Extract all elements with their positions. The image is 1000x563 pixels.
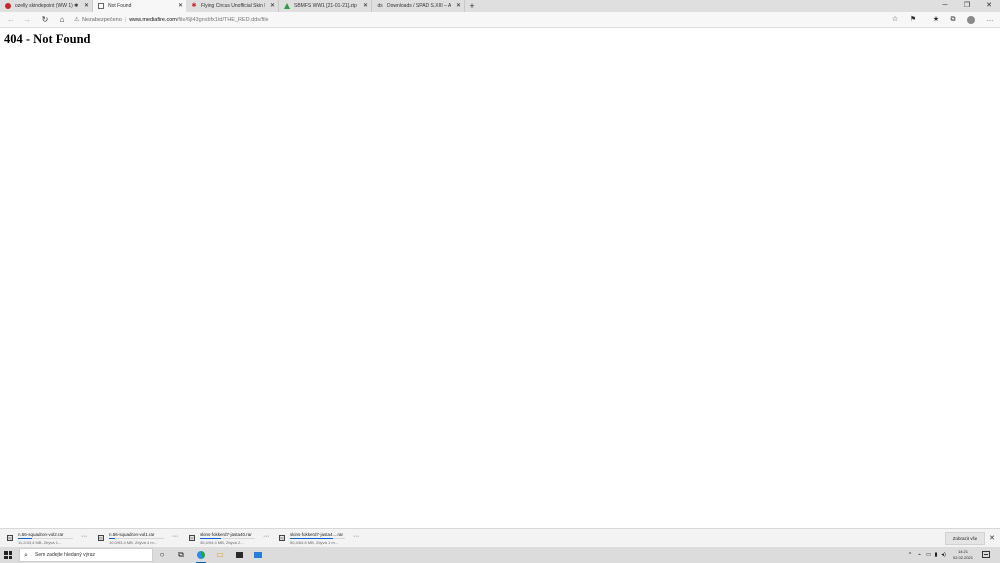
cortana-icon[interactable]: ○ <box>153 547 171 563</box>
volume-tray-icon[interactable]: ◂) <box>939 547 948 563</box>
minimize-button[interactable]: ─ <box>934 0 956 12</box>
tab-close-icon[interactable]: ✕ <box>178 0 183 12</box>
edge-browser-icon[interactable] <box>192 547 210 563</box>
notification-center-icon[interactable] <box>982 551 990 558</box>
task-view-icon[interactable]: ⧉ <box>172 547 190 563</box>
tab-sbmfs-drive[interactable]: SBMFS WW1 [21-01-21].zip – Dr ✕ <box>279 0 372 12</box>
download-filename: n.56-squadron-vol2.rar <box>18 532 64 537</box>
tab-title: Downloads / SPAD S.XIII – Asia a <box>387 3 451 9</box>
download-progress-track <box>200 538 255 539</box>
url-path: /file/6jl43gnxbfx1td/THE_RED.dds/file <box>176 17 269 23</box>
download-more-icon[interactable]: ⋯ <box>81 533 87 540</box>
tab-close-icon[interactable]: ✕ <box>456 0 461 12</box>
show-all-downloads-button[interactable]: Zobrazit vše <box>945 532 985 545</box>
mail-icon[interactable] <box>249 547 267 563</box>
page-heading: 404 - Not Found <box>4 32 91 46</box>
ds-favicon-icon: ds <box>377 3 383 9</box>
archive-file-icon: ▤ <box>279 535 285 541</box>
network-tray-icon[interactable]: ⌁ <box>915 547 924 563</box>
download-filename: skins-fokkerd7-jasta4....rar <box>290 532 344 537</box>
tab-close-icon[interactable]: ✕ <box>270 0 275 12</box>
back-button[interactable]: ← <box>4 12 18 28</box>
settings-menu-icon[interactable]: … <box>983 12 997 28</box>
download-progress-track <box>109 538 164 539</box>
page-favicon-icon <box>98 3 104 9</box>
file-explorer-icon[interactable]: ▭ <box>211 547 229 563</box>
download-item[interactable]: ▤ n.56-squadron-vol1.rar 10,0/93,4 MB, Z… <box>94 531 180 546</box>
download-status: 50,4/64,6 MB, Zbývá 1 m... <box>290 540 339 545</box>
refresh-button[interactable]: ↻ <box>38 12 52 28</box>
download-status: 11,2/43,4 MB, Zbývá 1... <box>18 540 62 545</box>
restore-button[interactable]: ❐ <box>956 0 978 12</box>
home-button[interactable]: ⌂ <box>55 12 69 28</box>
taskbar-clock[interactable]: 14:21 02.02.2021 <box>948 549 978 560</box>
archive-file-icon: ▤ <box>189 535 195 541</box>
tab-title: SBMFS WW1 [21-01-21].zip – Dr <box>294 3 358 9</box>
download-progress-fill <box>109 538 116 539</box>
archive-file-icon: ▤ <box>98 535 104 541</box>
download-item[interactable]: ▤ skins-fokkerd7-jasta40.rar 36,4/94,4 M… <box>185 531 271 546</box>
reading-mode-icon[interactable]: ⚑ <box>906 12 920 28</box>
taskbar-search-box[interactable]: ⌕ Sem zadejte hledaný výraz <box>19 548 153 562</box>
add-favorite-icon[interactable]: ☆ <box>888 12 902 28</box>
search-placeholder: Sem zadejte hledaný výraz <box>35 552 96 558</box>
address-bar[interactable]: ⚠ Nezabezpečeno | www.mediafire.com/file/6j… <box>74 14 904 26</box>
microsoft-store-icon[interactable] <box>230 547 248 563</box>
download-item[interactable]: ▤ n.56-squadron-vol2.rar 11,2/43,4 MB, Z… <box>3 531 89 546</box>
close-downloads-bar-icon[interactable]: ✕ <box>986 529 998 548</box>
tray-overflow-chevron-icon[interactable]: ^ <box>906 547 914 563</box>
download-item[interactable]: ▤ skins-fokkerd7-jasta4....rar 50,4/64,6… <box>275 531 361 546</box>
close-window-button[interactable]: ✕ <box>978 0 1000 12</box>
downloads-bar: ▤ n.56-squadron-vol2.rar 11,2/43,4 MB, Z… <box>0 528 1000 547</box>
download-progress-track <box>18 538 73 539</box>
favorites-icon[interactable]: ★ <box>929 12 943 28</box>
tab-title: Flying Circus Unofficial Skin Bun <box>201 3 265 9</box>
url-host: www.mediafire.com <box>129 17 177 23</box>
red-star-favicon-icon: ✱ <box>191 3 197 9</box>
red-dot-favicon-icon <box>5 3 11 9</box>
tab-close-icon[interactable]: ✕ <box>84 0 89 12</box>
download-status: 10,0/93,4 MB, Zbývá 4 m... <box>109 540 158 545</box>
browser-window: ozelly skindepoint (WW 1) ✱ – Fo ✕ Not F… <box>0 0 1000 563</box>
windows-start-button[interactable] <box>4 551 12 559</box>
download-progress-fill <box>200 538 222 539</box>
windows-taskbar: ⌕ Sem zadejte hledaný výraz ○ ⧉ ▭ ^ ⌁ ▭ … <box>0 547 1000 563</box>
tab-flying-circus[interactable]: ✱ Flying Circus Unofficial Skin Bun ✕ <box>186 0 279 12</box>
download-filename: n.56-squadron-vol1.rar <box>109 532 155 537</box>
google-drive-favicon-icon <box>284 3 290 9</box>
security-label: Nezabezpečeno <box>82 17 122 23</box>
browser-toolbar: ← → ↻ ⌂ ⚠ Nezabezpečeno | www.mediafire.com… <box>0 12 1000 28</box>
search-icon: ⌕ <box>24 552 28 559</box>
tab-not-found[interactable]: Not Found ✕ <box>93 0 186 12</box>
address-separator: | <box>124 17 127 23</box>
collections-icon[interactable]: ⧉ <box>946 12 960 28</box>
tab-close-icon[interactable]: ✕ <box>363 0 368 12</box>
tab-title: Not Found <box>108 3 132 9</box>
download-status: 36,4/94,4 MB, Zbývá 2... <box>200 540 244 545</box>
page-content: 404 - Not Found <box>0 29 1000 528</box>
download-progress-fill <box>290 538 333 539</box>
download-more-icon[interactable]: ⋯ <box>172 533 178 540</box>
tab-downloads-spad[interactable]: ds Downloads / SPAD S.XIII – Asia a ✕ <box>372 0 465 12</box>
download-progress-track <box>290 538 345 539</box>
new-tab-button[interactable]: + <box>465 0 479 12</box>
download-filename: skins-fokkerd7-jasta40.rar <box>200 532 252 537</box>
archive-file-icon: ▤ <box>7 535 13 541</box>
forward-button[interactable]: → <box>20 12 34 28</box>
warning-icon: ⚠ <box>74 17 80 23</box>
tab-strip: ozelly skindepoint (WW 1) ✱ – Fo ✕ Not F… <box>0 0 1000 12</box>
download-progress-fill <box>18 538 33 539</box>
download-more-icon[interactable]: ⋯ <box>353 533 359 540</box>
tab-ozelly-skindepoint[interactable]: ozelly skindepoint (WW 1) ✱ – Fo ✕ <box>0 0 93 12</box>
tab-title: ozelly skindepoint (WW 1) ✱ – Fo <box>15 3 79 9</box>
profile-avatar[interactable] <box>967 16 975 24</box>
clock-date: 02.02.2021 <box>952 554 974 560</box>
download-more-icon[interactable]: ⋯ <box>263 533 269 540</box>
